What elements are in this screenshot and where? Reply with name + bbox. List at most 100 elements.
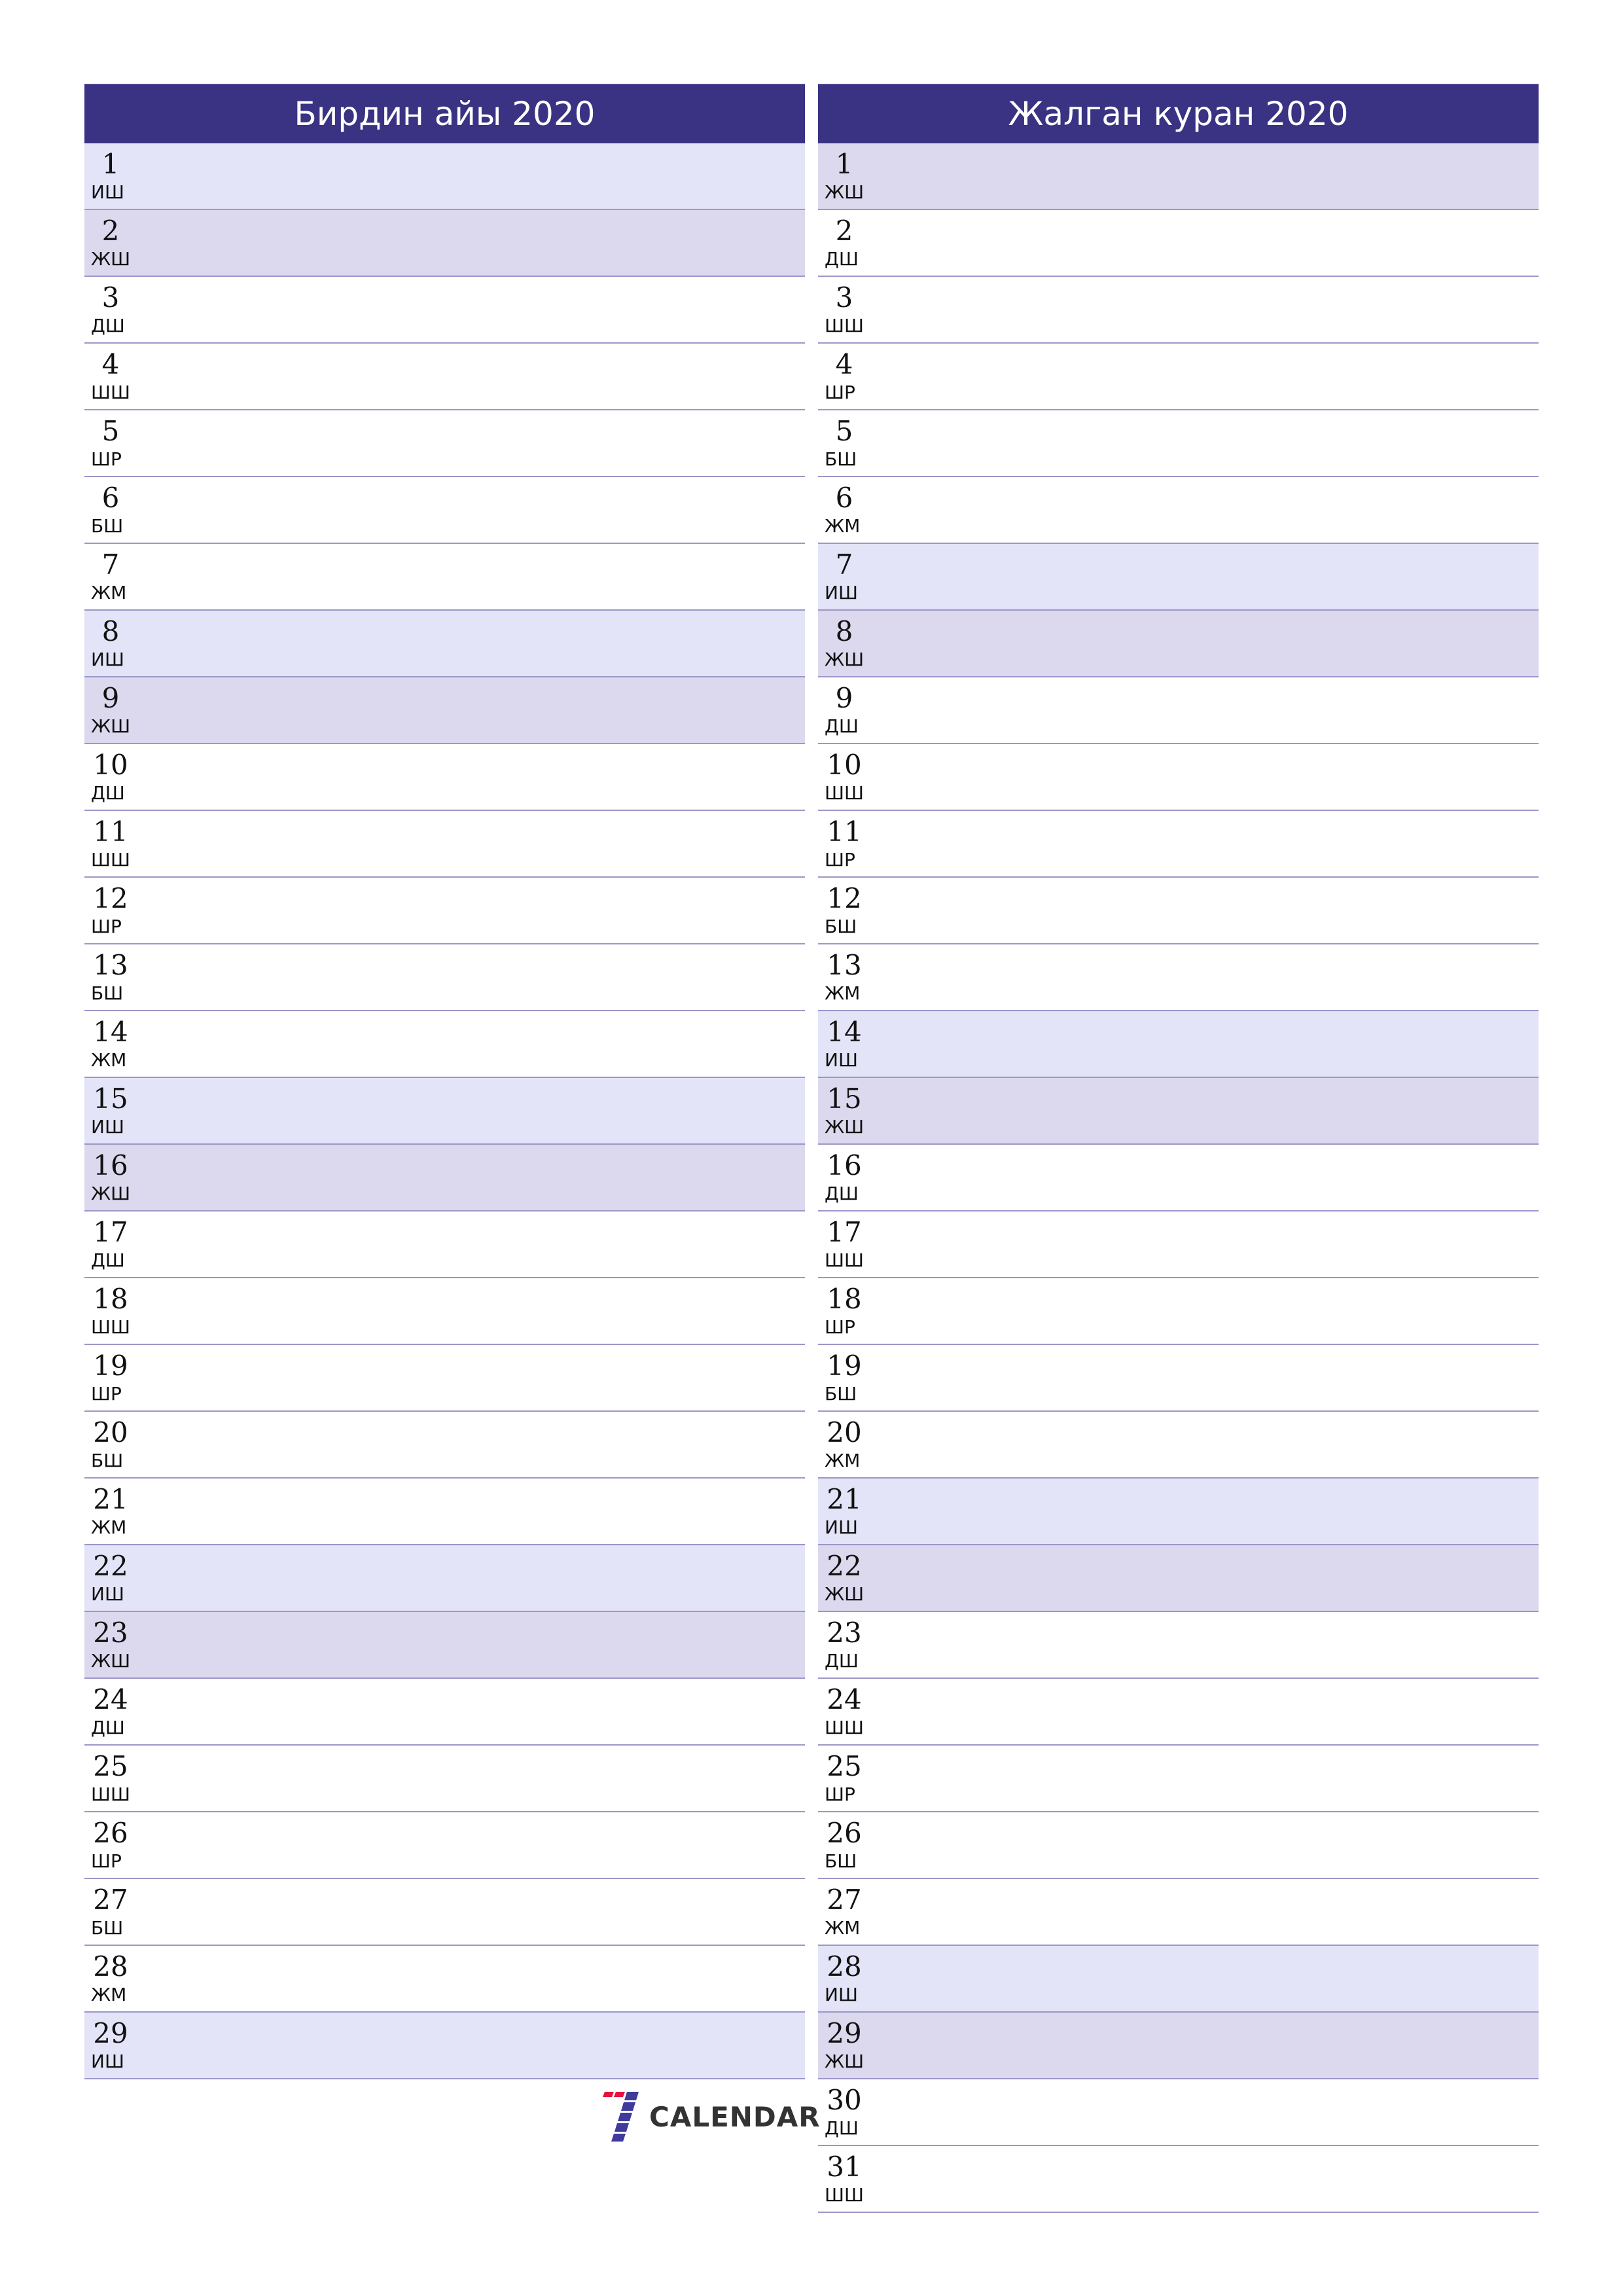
day-number: 4 (101, 348, 120, 380)
day-number: 10 (93, 749, 128, 781)
day-row: 22 ЖШ (818, 1545, 1539, 1612)
day-number: 29 (93, 2017, 128, 2049)
day-row: 29 ЖШ (818, 2013, 1539, 2079)
day-number: 19 (93, 1350, 128, 1382)
day-row: 27 ЖМ (818, 1879, 1539, 1946)
weekday-label: БШ (91, 515, 124, 537)
day-number: 15 (827, 1083, 862, 1115)
day-number: 19 (827, 1350, 862, 1382)
day-number: 11 (827, 816, 862, 848)
day-row: 17 ДШ (84, 1211, 805, 1278)
day-number: 1 (835, 148, 853, 180)
day-row: 18 ШШ (84, 1278, 805, 1345)
weekday-label: ДШ (91, 1249, 125, 1271)
weekday-label: ИШ (91, 2051, 124, 2072)
day-row: 26 БШ (818, 1812, 1539, 1879)
day-row: 8 ИШ (84, 611, 805, 677)
day-number: 10 (827, 749, 862, 781)
day-row: 15 ЖШ (818, 1078, 1539, 1145)
weekday-label: ЖШ (825, 649, 865, 670)
day-row: 4 ШШ (84, 344, 805, 410)
day-row: 19 БШ (818, 1345, 1539, 1412)
weekday-label: ЖШ (825, 1116, 865, 1138)
day-number: 23 (93, 1617, 128, 1649)
day-row: 11 ШШ (84, 811, 805, 878)
day-number: 5 (101, 415, 120, 447)
logo-red-block-1 (603, 2092, 614, 2097)
weekday-label: БШ (91, 1917, 124, 1939)
day-number: 16 (93, 1149, 128, 1181)
weekday-label: ИШ (825, 1516, 858, 1538)
day-row: 28 ИШ (818, 1946, 1539, 2013)
weekday-label: ЖМ (91, 1516, 127, 1538)
day-row: 25 ШР (818, 1746, 1539, 1812)
day-row: 18 ШР (818, 1278, 1539, 1345)
day-number: 29 (827, 2017, 862, 2049)
weekday-label: ШШ (825, 2184, 864, 2206)
day-row: 31 ШШ (818, 2146, 1539, 2213)
weekday-label: ЖМ (825, 982, 861, 1004)
day-row: 19 ШР (84, 1345, 805, 1412)
weekday-label: ШР (825, 849, 855, 870)
day-row: 8 ЖШ (818, 611, 1539, 677)
weekday-label: ДШ (825, 1183, 859, 1204)
day-number: 2 (101, 215, 120, 247)
day-row: 10 ШШ (818, 744, 1539, 811)
day-number: 26 (827, 1817, 862, 1849)
day-row: 9 ЖШ (84, 677, 805, 744)
month-march: Жалган куран 2020 1 ЖШ 2 ДШ 3 ШШ 4 ШР 5 БШ 6 ЖМ 7 ИШ 8… (818, 84, 1539, 2213)
weekday-label: БШ (825, 1383, 857, 1405)
day-number: 25 (93, 1750, 128, 1782)
weekday-label: ШР (91, 448, 122, 470)
weekday-label: ИШ (91, 181, 124, 203)
day-row: 28 ЖМ (84, 1946, 805, 2013)
weekday-label: ЖШ (825, 181, 865, 203)
weekday-label: ЖШ (825, 2051, 865, 2072)
day-row: 14 ЖМ (84, 1011, 805, 1078)
month-february: Бирдин айы 2020 1 ИШ 2 ЖШ 3 ДШ 4 ШШ 5 ШР 6 БШ 7 ЖМ 8 ИШ… (84, 84, 805, 2079)
weekday-label: ШР (91, 916, 122, 937)
weekday-label: ЖМ (91, 1049, 127, 1071)
day-row: 30 ДШ (818, 2079, 1539, 2146)
day-number: 22 (93, 1550, 128, 1582)
weekday-label: ЖМ (91, 1984, 127, 2005)
logo-red-block-2 (614, 2092, 625, 2097)
day-number: 1 (101, 148, 120, 180)
day-number: 31 (827, 2151, 862, 2183)
weekday-label: ШР (91, 1850, 122, 1872)
day-row: 12 БШ (818, 878, 1539, 944)
day-number: 21 (93, 1483, 128, 1515)
day-row: 5 ШР (84, 410, 805, 477)
day-row: 1 ЖШ (818, 143, 1539, 210)
day-number: 11 (93, 816, 128, 848)
weekday-label: ШШ (91, 382, 130, 403)
logo-text: CALENDAR (649, 2100, 821, 2133)
weekday-label: ДШ (825, 248, 859, 270)
day-number: 27 (93, 1884, 128, 1916)
day-row: 24 ДШ (84, 1679, 805, 1746)
weekday-label: ШШ (91, 849, 130, 870)
day-number: 22 (827, 1550, 862, 1582)
month-title: Бирдин айы 2020 (84, 84, 805, 143)
day-row: 4 ШР (818, 344, 1539, 410)
day-number: 20 (827, 1416, 862, 1448)
day-number: 15 (93, 1083, 128, 1115)
day-row: 17 ШШ (818, 1211, 1539, 1278)
day-row: 13 БШ (84, 944, 805, 1011)
day-row: 29 ИШ (84, 2013, 805, 2079)
day-number: 7 (835, 548, 853, 581)
day-number: 13 (827, 949, 862, 981)
weekday-label: ЖМ (825, 515, 861, 537)
day-row: 21 ЖМ (84, 1479, 805, 1545)
weekday-label: ДШ (825, 715, 859, 737)
weekday-label: БШ (825, 448, 857, 470)
weekday-label: ШШ (825, 1717, 864, 1738)
day-number: 8 (101, 615, 120, 647)
weekday-label: ИШ (91, 1583, 124, 1605)
day-row: 26 ШР (84, 1812, 805, 1879)
day-row: 5 БШ (818, 410, 1539, 477)
day-number: 6 (835, 482, 853, 514)
weekday-label: ЖШ (91, 248, 131, 270)
day-row: 13 ЖМ (818, 944, 1539, 1011)
day-row: 25 ШШ (84, 1746, 805, 1812)
